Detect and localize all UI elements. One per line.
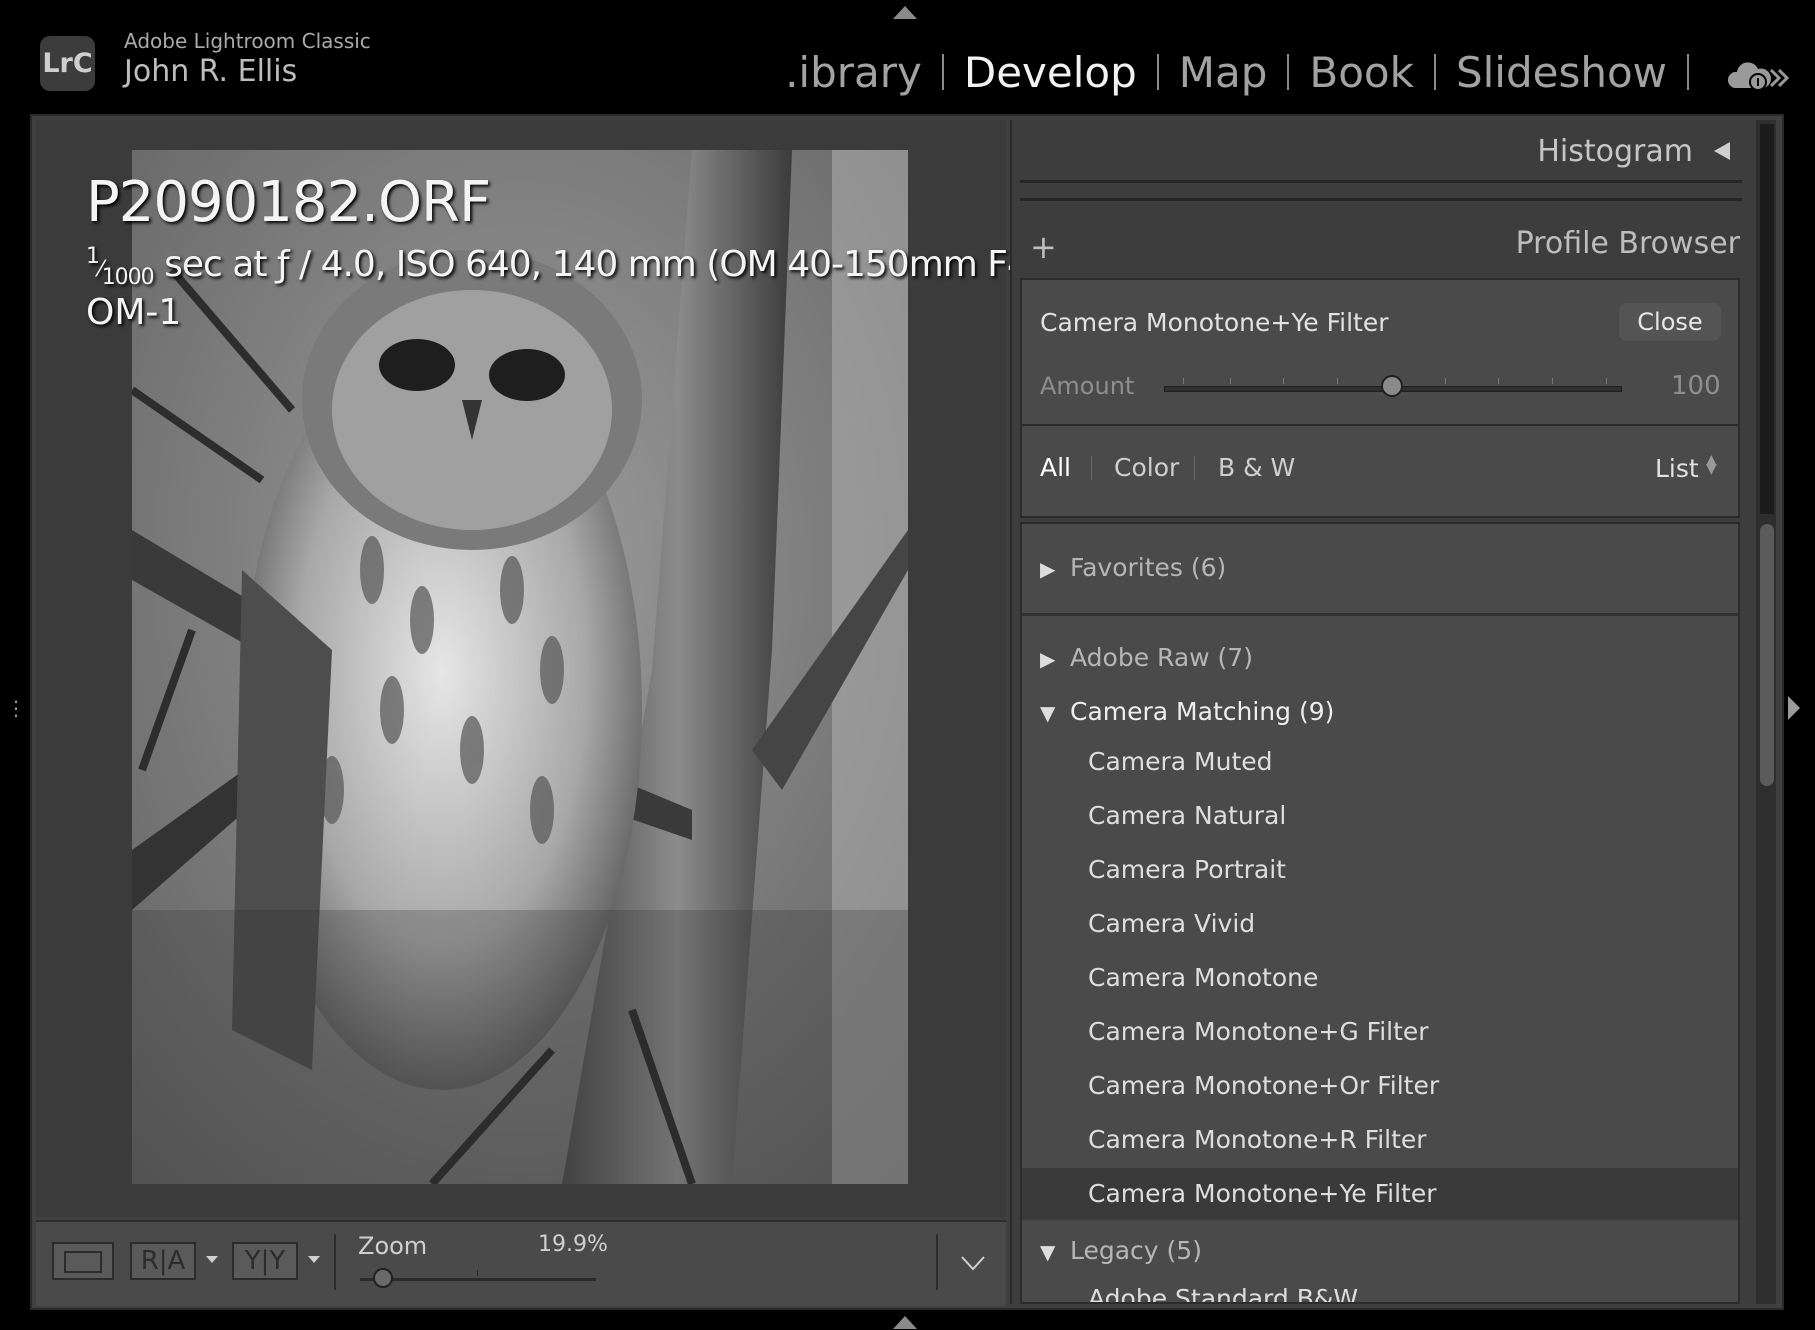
profile-item[interactable]: Camera Vivid (1022, 898, 1738, 950)
divider (1020, 180, 1742, 183)
module-library[interactable]: .ibrary (765, 48, 942, 97)
add-profile-icon[interactable]: + (1030, 228, 1057, 266)
current-profile-name: Camera Monotone+Ye Filter (1040, 308, 1389, 337)
collapse-triangle-icon[interactable]: ▼ (1040, 701, 1070, 725)
owl-photo[interactable] (132, 150, 908, 1184)
top-panel-toggle-icon[interactable] (893, 6, 917, 19)
group-label: Camera Matching (9) (1070, 697, 1335, 726)
group-favorites[interactable]: ▶ Favorites (6) (1040, 553, 1226, 582)
amount-slider-thumb[interactable] (1381, 375, 1403, 397)
before-after-yy-button[interactable]: Y|Y (232, 1242, 298, 1280)
yy-dropdown-icon[interactable] (308, 1256, 320, 1263)
filter-separator (1194, 456, 1195, 480)
loupe-view-button[interactable] (52, 1242, 114, 1280)
right-panel-toggle-icon[interactable] (1788, 696, 1800, 720)
cloud-sync-icon[interactable] (1727, 58, 1797, 98)
exposure-details: sec at ƒ / 4.0, ISO 640, 140 mm (OM 40-1… (153, 244, 1075, 285)
amount-tick (1283, 378, 1284, 384)
group-legacy[interactable]: ▼ Legacy (5) (1040, 1236, 1202, 1265)
amount-tick (1498, 378, 1499, 384)
divider (1020, 198, 1742, 201)
filter-color[interactable]: Color (1114, 453, 1179, 482)
group-camera-matching[interactable]: ▼ Camera Matching (9) (1040, 697, 1334, 726)
group-adobe-raw[interactable]: ▶ Adobe Raw (7) (1040, 643, 1253, 672)
group-label: Adobe Raw (7) (1070, 643, 1253, 672)
filter-bw[interactable]: B & W (1218, 453, 1295, 482)
bottom-panel-toggle-icon[interactable] (893, 1316, 917, 1329)
histogram-header[interactable]: Histogram (1537, 134, 1693, 169)
filter-separator (1091, 456, 1092, 480)
group-label: Favorites (6) (1070, 553, 1227, 582)
module-develop[interactable]: Develop (944, 48, 1157, 97)
amount-value[interactable]: 100 (1671, 371, 1721, 401)
shutter-numerator: 1 (86, 244, 100, 269)
amount-tick (1230, 378, 1231, 384)
module-separator (1687, 54, 1689, 90)
module-book[interactable]: Book (1289, 48, 1434, 97)
app-name: Adobe Lightroom Classic (124, 29, 371, 53)
scrollbar-thumb[interactable] (1760, 524, 1774, 786)
module-slideshow[interactable]: Slideshow (1436, 48, 1687, 97)
expand-triangle-icon[interactable]: ▶ (1040, 647, 1070, 671)
profile-item[interactable]: Camera Natural (1022, 790, 1738, 842)
toolbar-options-icon[interactable] (960, 1254, 986, 1276)
expand-triangle-icon[interactable]: ▶ (1040, 557, 1070, 581)
select-arrows-icon[interactable]: ▲ ▼ (1706, 453, 1717, 476)
profile-item[interactable]: Camera Muted (1022, 736, 1738, 788)
shutter-denominator: 1000 (101, 265, 155, 291)
user-name: John R. Ellis (124, 54, 298, 89)
collapse-triangle-icon[interactable]: ▼ (1040, 1240, 1070, 1264)
divider (1022, 613, 1738, 616)
lrc-logo: LrC (40, 36, 95, 91)
view-mode-select[interactable]: List (1655, 454, 1699, 483)
profile-item[interactable]: Camera Monotone+R Filter (1022, 1114, 1738, 1166)
scrollbar-upper-track (1760, 124, 1774, 514)
toolbar-divider (334, 1234, 336, 1290)
profile-browser-title: Profile Browser (1515, 226, 1740, 261)
histogram-collapse-icon[interactable] (1714, 142, 1730, 160)
ra-dropdown-icon[interactable] (206, 1256, 218, 1263)
amount-label: Amount (1040, 372, 1135, 400)
camera-model: OM-1 (86, 292, 182, 333)
exposure-info: 1⁄1000 sec at ƒ / 4.0, ISO 640, 140 mm (… (86, 244, 1075, 291)
profile-item[interactable]: Camera Monotone+G Filter (1022, 1006, 1738, 1058)
close-button[interactable]: Close (1619, 303, 1721, 341)
zoom-tick (477, 1270, 478, 1276)
filter-all[interactable]: All (1040, 453, 1071, 482)
profile-item[interactable]: Adobe Standard B&W (1088, 1284, 1358, 1302)
amount-tick (1337, 378, 1338, 384)
amount-tick (1183, 378, 1184, 384)
profile-item-selected[interactable]: Camera Monotone+Ye Filter (1022, 1168, 1738, 1220)
divider (1020, 424, 1740, 426)
amount-tick (1606, 378, 1607, 384)
module-picker: .ibrary Develop Map Book Slideshow (765, 44, 1689, 100)
photo-filename: P2090182.ORF (86, 170, 491, 235)
amount-tick (1445, 378, 1446, 384)
zoom-slider-track[interactable] (360, 1278, 596, 1281)
zoom-value: 19.9% (538, 1232, 608, 1257)
profile-item[interactable]: Camera Monotone (1022, 952, 1738, 1004)
profile-item[interactable]: Camera Portrait (1022, 844, 1738, 896)
before-after-ra-button[interactable]: R|A (130, 1242, 196, 1280)
module-map[interactable]: Map (1159, 48, 1288, 97)
zoom-label: Zoom (358, 1232, 428, 1260)
zoom-slider-thumb[interactable] (373, 1268, 393, 1288)
amount-tick (1552, 378, 1553, 384)
toolbar-divider (936, 1234, 938, 1290)
profile-item[interactable]: Camera Monotone+Or Filter (1022, 1060, 1738, 1112)
group-label: Legacy (5) (1070, 1236, 1202, 1265)
partial-item-clip: Adobe Standard B&W (1022, 1280, 1738, 1302)
left-panel-toggle-icon[interactable]: ⋮ (6, 696, 26, 720)
